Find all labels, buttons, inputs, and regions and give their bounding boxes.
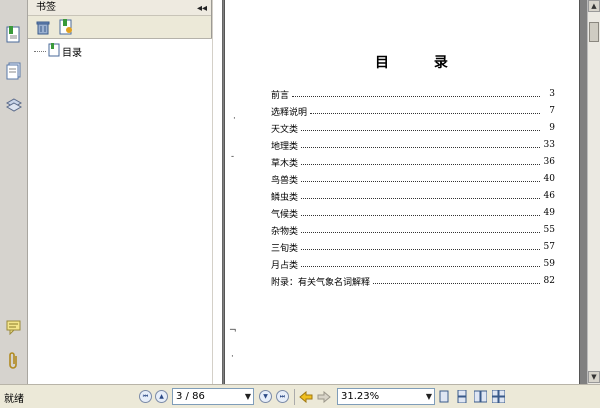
toc-entry: 气候类 49: [271, 206, 555, 220]
bookmarks-tree: 目录: [28, 38, 212, 384]
toc-entry: 草木类 36: [271, 155, 555, 169]
next-page-icon[interactable]: ▼: [259, 390, 272, 403]
toc-entry-page: 7: [549, 106, 555, 116]
toc-entry: 天文类 9: [271, 121, 555, 135]
zoom-value: 31.23%: [341, 391, 380, 402]
tree-connector: [34, 50, 46, 52]
status-text: 就绪: [4, 394, 24, 405]
toc-entry-label: 三旬类: [271, 243, 299, 254]
bookmarks-panel: 书签 ◂◂ 目录: [28, 0, 212, 384]
status-bar: 就绪 ⏮ ▲ 3 / 86 ▼ ▼ ⏭ 31.23% ▼: [0, 384, 600, 408]
go-forward-icon[interactable]: [316, 389, 332, 404]
toc-leader-dots: [301, 159, 540, 165]
separator: [294, 389, 295, 405]
toc-entry-page: 36: [543, 157, 555, 167]
toc-entry-label: 杂物类: [271, 226, 299, 237]
toc-leader-dots: [373, 278, 540, 284]
chevron-down-icon[interactable]: ▼: [426, 389, 432, 404]
first-page-icon[interactable]: ⏮: [139, 390, 152, 403]
last-page-icon[interactable]: ⏭: [276, 390, 289, 403]
toc-leader-dots: [301, 193, 540, 199]
toc-leader-dots: [301, 227, 540, 233]
scan-mark: -: [231, 152, 235, 162]
toc-entry-label: 天文类: [271, 124, 299, 135]
toc-entry-label: 月占类: [271, 260, 299, 271]
bookmarks-toolbar: [28, 16, 211, 38]
toc-entry-label: 鸟兽类: [271, 175, 299, 186]
toc-entry-label: 草木类: [271, 158, 299, 169]
toc-leader-dots: [301, 125, 540, 131]
bookmarks-panel-title: 书签: [36, 2, 56, 13]
layers-icon[interactable]: [4, 94, 24, 116]
toc-entry-page: 82: [543, 276, 555, 286]
toc-entry: 地理类 33: [271, 138, 555, 152]
scan-mark: ¬: [229, 326, 237, 336]
bookmark-label: 目录: [62, 47, 82, 59]
toc-entry-page: 55: [543, 225, 555, 235]
single-page-icon[interactable]: [436, 389, 452, 404]
toc-entry: 选释说明 7: [271, 104, 555, 118]
zoom-field[interactable]: 31.23% ▼: [337, 388, 435, 405]
attachments-icon[interactable]: [4, 350, 24, 372]
toc-entry: 附录：有关气象名词解释 82: [271, 274, 555, 288]
toc-leader-dots: [310, 108, 540, 114]
pages-icon[interactable]: [4, 60, 24, 82]
page-number-field[interactable]: 3 / 86 ▼: [172, 388, 254, 405]
bookmarks-icon[interactable]: [4, 24, 24, 46]
toc-title: 目 录: [375, 55, 468, 71]
scroll-thumb[interactable]: [589, 22, 599, 42]
delete-icon[interactable]: [35, 19, 51, 35]
toc-leader-dots: [301, 210, 540, 216]
toc-leader-dots: [301, 261, 540, 267]
scan-mark: ·: [231, 352, 234, 362]
document-viewer[interactable]: 目 录 · - ¬ · 前言 3 选释说明 7 天文类 9 地理类 33 草木类…: [213, 0, 587, 384]
continuous-facing-icon[interactable]: [490, 389, 506, 404]
toc-entry-label: 地理类: [271, 141, 299, 152]
scan-mark: ·: [233, 114, 236, 124]
toc-entry-page: 33: [543, 140, 555, 150]
toc-leader-dots: [292, 91, 540, 97]
toc-entry: 鸟兽类 40: [271, 172, 555, 186]
toc-entry-page: 40: [543, 174, 555, 184]
scroll-up-icon[interactable]: ▲: [588, 0, 600, 12]
toc-leader-dots: [301, 142, 540, 148]
toc-entry-label: 附录：有关气象名词解释: [271, 277, 371, 288]
toc-entry: 鳞虫类 46: [271, 189, 555, 203]
toc-entry-label: 前言: [271, 90, 290, 101]
chevron-down-icon[interactable]: ▼: [245, 389, 251, 404]
go-back-icon[interactable]: [298, 389, 314, 404]
bookmarks-panel-header: 书签 ◂◂: [28, 0, 211, 16]
previous-page-icon[interactable]: ▲: [155, 390, 168, 403]
toc-entry: 月占类 59: [271, 257, 555, 271]
toc-leader-dots: [301, 176, 540, 182]
collapse-panel-icon[interactable]: ◂◂: [197, 1, 207, 16]
toc-entry-label: 气候类: [271, 209, 299, 220]
bookmark-item-toc[interactable]: 目录: [34, 42, 82, 60]
toc-entry-page: 3: [549, 89, 555, 99]
comments-icon[interactable]: [4, 316, 24, 338]
pdf-reader-window: 书签 ◂◂ 目录 目 录 · - ¬ · 前言 3 选释说明 7 天文类 9 地…: [0, 0, 600, 408]
toc-entry-label: 选释说明: [271, 107, 308, 118]
vertical-scrollbar[interactable]: ▲ ▼: [587, 0, 600, 384]
document-page: 目 录 · - ¬ · 前言 3 选释说明 7 天文类 9 地理类 33 草木类…: [224, 0, 580, 384]
facing-pages-icon[interactable]: [472, 389, 488, 404]
toc-leader-dots: [301, 244, 540, 250]
navigation-rail: [0, 0, 28, 384]
toc-entry-label: 鳞虫类: [271, 192, 299, 203]
new-bookmark-icon[interactable]: [58, 19, 74, 35]
bookmark-icon: [48, 42, 60, 60]
toc-entry: 三旬类 57: [271, 240, 555, 254]
continuous-page-icon[interactable]: [454, 389, 470, 404]
toc-entry: 杂物类 55: [271, 223, 555, 237]
toc-entry-page: 9: [549, 123, 555, 133]
toc-entry-page: 57: [543, 242, 555, 252]
previous-page-edge: [213, 0, 223, 384]
toc-entry-page: 49: [543, 208, 555, 218]
scroll-down-icon[interactable]: ▼: [588, 371, 600, 383]
page-indicator: 3 / 86: [176, 391, 205, 402]
toc-entry-page: 59: [543, 259, 555, 269]
toc-entry-page: 46: [543, 191, 555, 201]
toc-entry: 前言 3: [271, 87, 555, 101]
